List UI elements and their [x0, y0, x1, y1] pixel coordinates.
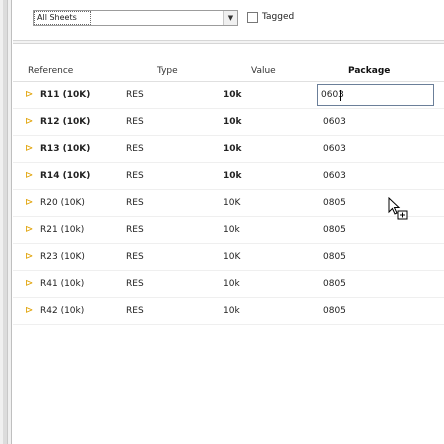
table-row[interactable]: ⊳ R13 (10K) RES 10k 0603 [13, 136, 444, 163]
chevron-right-icon[interactable]: ⊳ [25, 117, 35, 127]
table-row[interactable]: ⊳ R41 (10k) RES 10k 0805 [13, 271, 444, 298]
cell-value: 10k [223, 171, 242, 181]
cell-reference: R11 (10K) [40, 90, 91, 100]
cell-type: RES [126, 225, 144, 235]
chevron-right-icon[interactable]: ⊳ [25, 144, 35, 154]
chevron-right-icon[interactable]: ⊳ [25, 279, 35, 289]
cell-value: 10K [223, 198, 241, 208]
cell-package: 0805 [323, 252, 346, 262]
table-row[interactable]: ⊳ R14 (10K) RES 10k 0603 [13, 163, 444, 190]
table-row[interactable]: ⊳ R42 (10k) RES 10k 0805 [13, 298, 444, 325]
cell-package: 0805 [323, 225, 346, 235]
cell-reference: R14 (10K) [40, 171, 91, 181]
cell-reference: R21 (10k) [40, 225, 85, 235]
sheet-filter-select[interactable]: All Sheets ▼ [33, 10, 238, 26]
cell-type: RES [126, 144, 144, 154]
table-row[interactable]: ⊳ R11 (10K) RES 10k 0603 [13, 82, 444, 109]
cell-type: RES [126, 252, 144, 262]
cell-package: 0805 [323, 306, 346, 316]
cell-value: 10k [223, 279, 240, 289]
cell-reference: R13 (10K) [40, 144, 91, 154]
cell-reference: R41 (10k) [40, 279, 85, 289]
cell-reference: R12 (10K) [40, 117, 91, 127]
cell-type: RES [126, 171, 144, 181]
column-header-type[interactable]: Type [157, 66, 178, 76]
copy-cursor-icon [388, 197, 408, 220]
package-edit-input[interactable]: 0603 [317, 84, 434, 106]
table-row[interactable]: ⊳ R23 (10K) RES 10K 0805 [13, 244, 444, 271]
sheet-filter-value: All Sheets [37, 13, 77, 22]
cell-type: RES [126, 198, 144, 208]
cell-package: 0805 [323, 198, 346, 208]
cell-package: 0603 [323, 144, 346, 154]
chevron-right-icon[interactable]: ⊳ [25, 198, 35, 208]
toolbar-divider [13, 40, 444, 44]
tagged-label: Tagged [262, 12, 295, 22]
cell-package: 0805 [323, 279, 346, 289]
cell-value: 10k [223, 90, 242, 100]
chevron-right-icon[interactable]: ⊳ [25, 90, 35, 100]
column-header-value[interactable]: Value [251, 66, 276, 76]
chevron-down-icon[interactable]: ▼ [223, 11, 237, 25]
cell-reference: R23 (10K) [40, 252, 85, 262]
table-row[interactable]: ⊳ R21 (10k) RES 10k 0805 [13, 217, 444, 244]
tagged-checkbox[interactable] [247, 12, 258, 23]
column-header-reference[interactable]: Reference [28, 66, 73, 76]
cell-type: RES [126, 90, 144, 100]
cell-value: 10k [223, 117, 242, 127]
cell-reference: R42 (10k) [40, 306, 85, 316]
cell-type: RES [126, 279, 144, 289]
table-row[interactable]: ⊳ R12 (10K) RES 10k 0603 [13, 109, 444, 136]
chevron-right-icon[interactable]: ⊳ [25, 171, 35, 181]
text-caret [340, 90, 341, 101]
cell-value: 10k [223, 225, 240, 235]
cell-package: 0603 [323, 117, 346, 127]
cell-value: 10k [223, 306, 240, 316]
window-left-frame [3, 0, 8, 444]
column-header-package[interactable]: Package [348, 66, 390, 76]
cell-value: 10K [223, 252, 241, 262]
chevron-right-icon[interactable]: ⊳ [25, 225, 35, 235]
chevron-right-icon[interactable]: ⊳ [25, 252, 35, 262]
table-row[interactable]: ⊳ R20 (10K) RES 10K 0805 [13, 190, 444, 217]
cell-reference: R20 (10K) [40, 198, 85, 208]
window-left-edge [0, 0, 12, 444]
cell-type: RES [126, 117, 144, 127]
table-header: Reference Type Value Package [13, 60, 444, 82]
cell-value: 10k [223, 144, 242, 154]
chevron-right-icon[interactable]: ⊳ [25, 306, 35, 316]
cell-package: 0603 [323, 171, 346, 181]
cell-type: RES [126, 306, 144, 316]
